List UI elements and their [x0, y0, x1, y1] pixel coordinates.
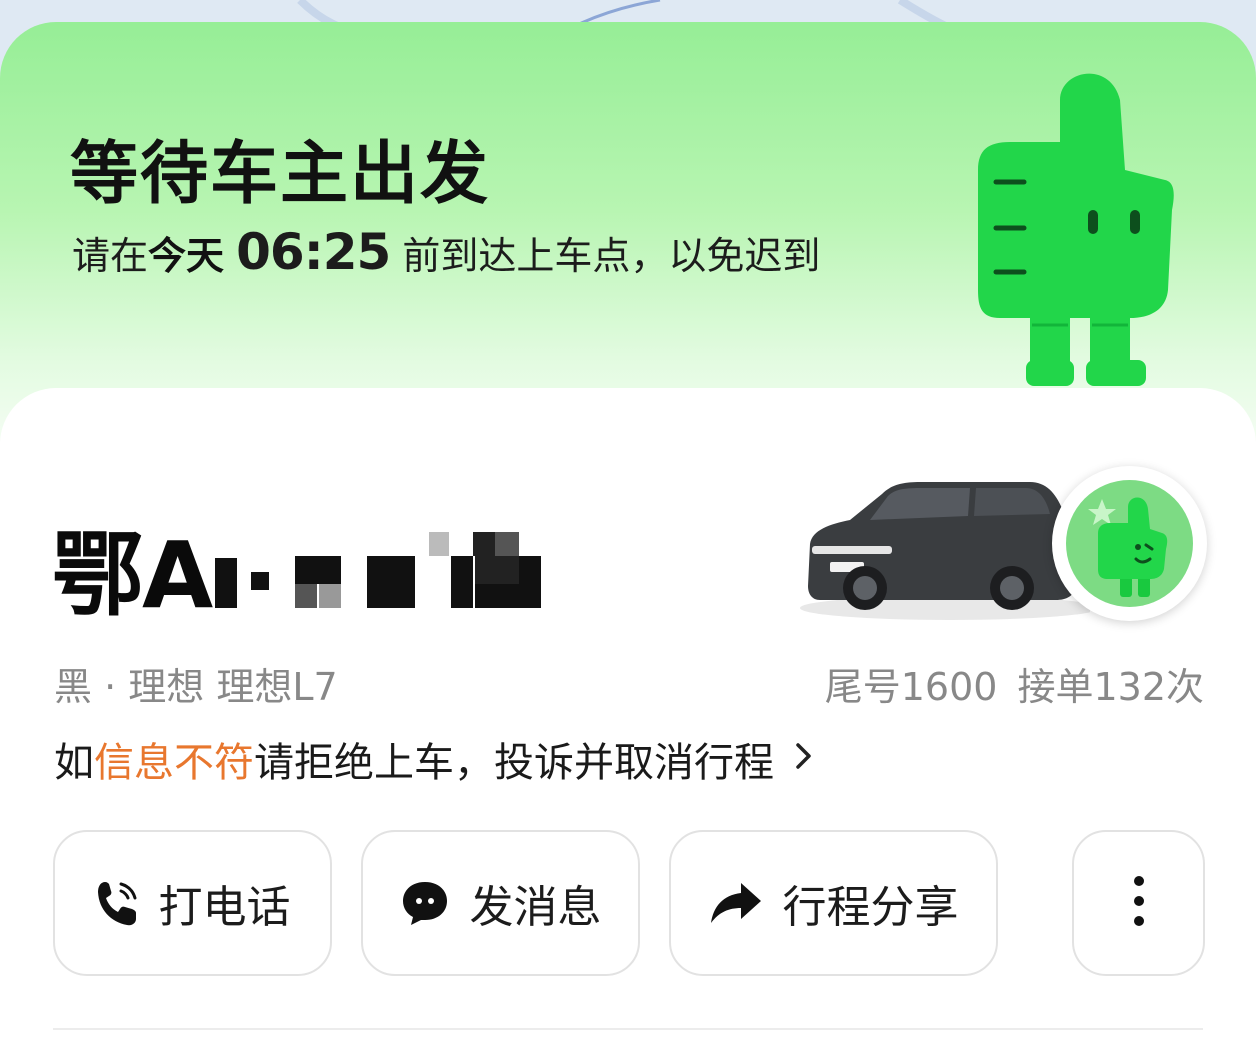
- call-label: 打电话: [158, 882, 291, 933]
- plate-prefix: 鄂A: [52, 521, 213, 629]
- warning-suffix: 请拒绝上车，投诉并取消行程: [254, 740, 774, 786]
- mascot-avatar-icon: [1087, 497, 1167, 597]
- more-options-button[interactable]: [1072, 830, 1205, 976]
- message-button[interactable]: 发消息: [361, 830, 640, 976]
- license-plate: 鄂A ·: [52, 512, 565, 629]
- call-button[interactable]: 打电话: [53, 830, 332, 976]
- plate-mosaic-redaction: ·: [215, 512, 565, 622]
- warning-prefix: 如: [54, 740, 94, 786]
- thumbs-up-mascot-illustration: [978, 73, 1174, 386]
- car-description: 黑 · 理想 理想L7: [54, 665, 338, 709]
- deadline-suffix: 前到达上车点，以免迟到: [402, 234, 821, 278]
- message-label: 发消息: [469, 882, 602, 933]
- driver-stats: 尾号1600 接单132次: [825, 656, 1204, 711]
- chat-bubble-icon: [400, 879, 450, 927]
- warning-highlight: 信息不符: [94, 740, 254, 786]
- tail-number: 尾号1600: [824, 665, 998, 709]
- order-count: 接单132次: [1017, 665, 1204, 709]
- car-photo: [800, 482, 1090, 620]
- more-vertical-icon: [1129, 875, 1149, 931]
- chevron-right-icon: [794, 739, 814, 780]
- share-label: 行程分享: [782, 882, 959, 933]
- mismatch-warning-link[interactable]: 如信息不符 请拒绝上车，投诉并取消行程: [54, 730, 814, 788]
- share-trip-button[interactable]: 行程分享: [669, 830, 998, 976]
- deadline-time: 06:25: [236, 223, 391, 281]
- phone-icon: [95, 878, 139, 928]
- plate-separator: ·: [251, 572, 270, 590]
- share-arrow-icon: [709, 881, 763, 925]
- pickup-deadline-text: 请在今天 06:25 前到达上车点，以免迟到: [72, 222, 852, 286]
- section-divider: [53, 1028, 1203, 1030]
- deadline-day: 今天: [148, 234, 225, 278]
- deadline-prefix: 请在: [72, 234, 149, 278]
- driver-avatar[interactable]: [1052, 466, 1207, 621]
- status-title: 等待车主出发: [70, 135, 491, 214]
